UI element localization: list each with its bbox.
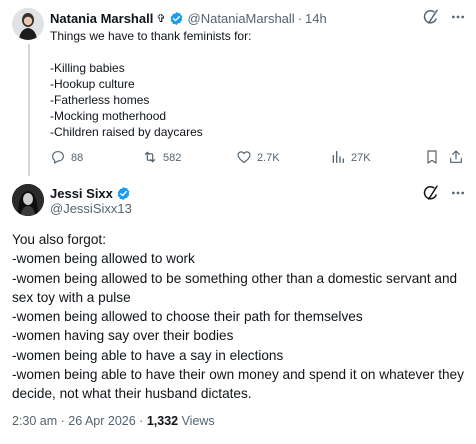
grok-icon[interactable] xyxy=(422,184,440,207)
thread-connector-line xyxy=(28,44,30,176)
separator-dot: · xyxy=(297,10,303,26)
reply-icon xyxy=(50,149,66,168)
like-button[interactable]: 2.7K xyxy=(236,149,280,168)
author-handle[interactable]: @JessiSixx13 xyxy=(50,201,132,216)
views-button[interactable]: 27K xyxy=(330,149,371,168)
share-button[interactable] xyxy=(448,149,464,168)
like-count: 2.7K xyxy=(257,152,280,164)
views-count: 27K xyxy=(351,152,371,164)
author-name-symbol: ✞ xyxy=(156,12,166,25)
verified-badge-icon xyxy=(116,186,131,201)
tweet-actions: 88 582 2.7K 27K xyxy=(50,149,466,167)
more-icon[interactable] xyxy=(450,9,466,25)
reply-button[interactable]: 88 xyxy=(50,149,83,168)
tweet-metadata: 2:30 am · 26 Apr 2026 · 1,332 Views xyxy=(12,414,215,428)
avatar[interactable] xyxy=(12,184,44,216)
views-count: 1,332 xyxy=(146,414,179,428)
author-name[interactable]: Jessi Sixx xyxy=(50,186,113,201)
author-name-row: Jessi Sixx xyxy=(50,185,131,201)
tweet-time[interactable]: 14h xyxy=(305,11,327,26)
focused-tweet: Jessi Sixx @JessiSixx13 You also forgot:… xyxy=(0,176,476,444)
author-name[interactable]: Natania Marshall xyxy=(50,11,153,26)
share-icon xyxy=(448,149,464,168)
tweet-text: Things we have to thank feminists for: -… xyxy=(50,29,252,139)
avatar[interactable] xyxy=(12,8,44,40)
verified-badge-icon xyxy=(169,11,184,26)
tweet-header: Natania Marshall ✞ @NataniaMarshall · 14… xyxy=(50,9,468,27)
tweet-timestamp[interactable]: 2:30 am · 26 Apr 2026 · xyxy=(12,414,147,428)
author-handle[interactable]: @NataniaMarshall xyxy=(188,11,295,26)
views-label: Views xyxy=(178,414,215,428)
reply-count: 88 xyxy=(71,152,84,164)
bookmark-icon xyxy=(424,149,440,168)
more-icon[interactable] xyxy=(450,185,466,206)
tweet-text: You also forgot: -women being allowed to… xyxy=(12,232,464,402)
like-icon xyxy=(236,149,252,168)
repost-count: 582 xyxy=(163,152,182,164)
views-icon xyxy=(330,149,346,168)
grok-icon[interactable] xyxy=(422,8,440,26)
repost-button[interactable]: 582 xyxy=(142,149,181,168)
repost-icon xyxy=(142,149,158,168)
parent-tweet[interactable]: Natania Marshall ✞ @NataniaMarshall · 14… xyxy=(0,0,476,176)
bookmark-button[interactable] xyxy=(424,149,440,168)
